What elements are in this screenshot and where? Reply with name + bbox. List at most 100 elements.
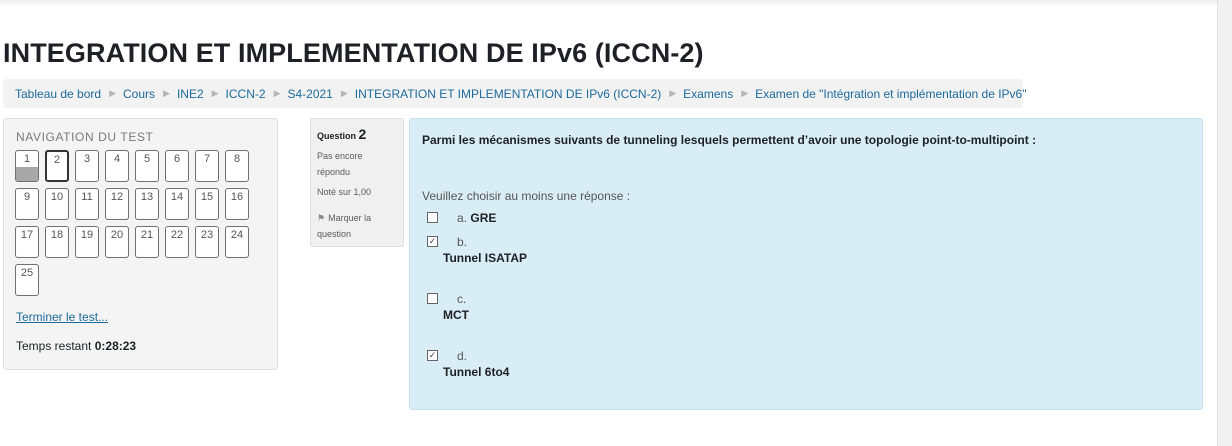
triangle-right-icon: ▶ [163, 88, 170, 98]
triangle-right-icon: ▶ [741, 88, 749, 98]
finish-attempt-link[interactable]: Terminer le test... [16, 310, 108, 324]
question-nav-button[interactable]: 10 [45, 188, 69, 220]
question-nav-button[interactable]: 13 [135, 188, 159, 220]
question-nav-button[interactable]: 8 [225, 150, 249, 182]
question-nav-button[interactable]: 16 [225, 188, 249, 220]
question-nav-button[interactable]: 24 [225, 226, 249, 258]
question-nav-number: 16 [230, 191, 244, 203]
question-nav-button[interactable]: 20 [105, 226, 129, 258]
question-nav-number: 19 [80, 229, 94, 241]
triangle-right-icon: ▶ [109, 88, 116, 98]
question-nav-button[interactable]: 17 [15, 226, 39, 258]
answer-letter: d. [457, 349, 468, 363]
breadcrumb-item-course-title[interactable]: INTEGRATION ET IMPLEMENTATION DE IPv6 (I… [355, 87, 661, 101]
question-info: Question 2 Pas encore répondu Noté sur 1… [310, 118, 404, 247]
question-nav-button[interactable]: 23 [195, 226, 219, 258]
question-nav-number: 9 [23, 191, 31, 203]
check-icon[interactable]: ✓ [427, 236, 438, 247]
breadcrumb-item-s4-2021[interactable]: S4-2021 [287, 87, 332, 101]
question-nav-button[interactable]: 25 [15, 264, 39, 296]
answer-label: GRE [470, 211, 497, 225]
question-nav-number: 18 [50, 229, 64, 241]
question-nav-number: 17 [20, 229, 34, 241]
question-content: Parmi les mécanismes suivants de tunneli… [409, 118, 1203, 410]
question-number: Question 2 [317, 126, 366, 142]
breadcrumb-item-courses[interactable]: Cours [123, 87, 155, 101]
check-icon[interactable]: ✓ [427, 350, 438, 361]
question-nav-number: 25 [20, 267, 34, 279]
scrollbar[interactable] [1217, 0, 1232, 446]
question-nav-button[interactable]: 2 [45, 150, 69, 182]
question-nav-button[interactable]: 9 [15, 188, 39, 220]
question-grade: Noté sur 1,00 [317, 187, 372, 197]
answer-letter: b. [457, 235, 468, 249]
answer-label: MCT [443, 308, 469, 322]
question-nav-number: 1 [23, 153, 31, 165]
question-nav-number: 4 [113, 153, 121, 165]
page-title: INTEGRATION ET IMPLEMENTATION DE IPv6 (I… [3, 38, 704, 68]
question-nav-number: 12 [110, 191, 124, 203]
question-nav-button[interactable]: 6 [165, 150, 189, 182]
time-remaining: Temps restant 0:28:23 [16, 339, 136, 353]
question-nav-button[interactable]: 3 [75, 150, 99, 182]
question-nav-number: 7 [203, 153, 211, 165]
top-shadow [0, 0, 1232, 6]
question-nav-number: 6 [173, 153, 181, 165]
flag-icon: ⚑ [317, 213, 326, 223]
timer-value: 0:28:23 [94, 339, 137, 353]
question-nav-button[interactable]: 4 [105, 150, 129, 182]
question-number-value: 2 [358, 126, 367, 142]
flag-label: Marquer la question [317, 213, 372, 239]
answered-indicator [16, 167, 38, 181]
quiz-navigation-block: NAVIGATION DU TEST 1 2 3 4 5 6 7 8 9 10 11 12 13 14 15… [3, 118, 278, 370]
flag-question-link[interactable]: ⚑ Marquer la question [317, 210, 401, 242]
question-nav-number: 10 [50, 191, 64, 203]
question-nav-number: 8 [233, 153, 241, 165]
checkbox[interactable] [427, 212, 438, 223]
question-nav-button[interactable]: 11 [75, 188, 99, 220]
question-nav-button[interactable]: 12 [105, 188, 129, 220]
question-nav-button[interactable]: 5 [135, 150, 159, 182]
question-nav-number: 20 [110, 229, 124, 241]
question-nav-number: 5 [143, 153, 151, 165]
question-nav-button[interactable]: 22 [165, 226, 189, 258]
question-nav-number: 24 [230, 229, 244, 241]
answer-prompt: Veuillez choisir au moins une réponse : [422, 189, 631, 203]
question-nav-button[interactable]: 14 [165, 188, 189, 220]
question-nav-number: 11 [81, 191, 93, 203]
question-nav-button[interactable]: 19 [75, 226, 99, 258]
question-nav-number: 13 [140, 191, 154, 203]
question-state: Pas encore répondu [317, 151, 363, 177]
question-nav-number: 2 [53, 154, 61, 166]
question-label: Question [317, 131, 357, 141]
breadcrumb-item-iccn2[interactable]: ICCN-2 [226, 87, 266, 101]
checkbox[interactable] [427, 293, 438, 304]
breadcrumb-item-exam[interactable]: Examen de "Intégration et implémentation… [755, 87, 1026, 101]
answer-letter: a. GRE [457, 211, 497, 225]
question-text: Parmi les mécanismes suivants de tunneli… [422, 133, 1037, 147]
question-nav-button[interactable]: 15 [195, 188, 219, 220]
answer-label: Tunnel ISATAP [443, 251, 527, 265]
triangle-right-icon: ▶ [669, 88, 677, 98]
question-nav-button[interactable]: 18 [45, 226, 69, 258]
breadcrumb-item-ine2[interactable]: INE2 [177, 87, 204, 101]
breadcrumb-item-exams[interactable]: Examens [683, 87, 733, 101]
timer-label: Temps restant [16, 339, 92, 353]
question-nav-button[interactable]: 1 [15, 150, 39, 182]
answer-letter: c. [457, 292, 467, 306]
triangle-right-icon: ▶ [273, 88, 281, 98]
question-nav-number: 23 [200, 229, 214, 241]
breadcrumb: Tableau de bord ▶ Cours ▶ INE2 ▶ ICCN-2 … [3, 79, 1026, 108]
answer-label: Tunnel 6to4 [443, 365, 510, 379]
breadcrumb-item-dashboard[interactable]: Tableau de bord [15, 87, 101, 101]
triangle-right-icon: ▶ [211, 88, 219, 98]
triangle-right-icon: ▶ [340, 88, 348, 98]
question-nav-number: 22 [170, 229, 184, 241]
quiz-navigation-title: NAVIGATION DU TEST [16, 130, 154, 144]
question-nav-number: 21 [140, 229, 154, 241]
question-nav-number: 14 [170, 191, 184, 203]
question-nav-button[interactable]: 7 [195, 150, 219, 182]
question-nav-number: 15 [200, 191, 214, 203]
question-nav-number: 3 [83, 153, 91, 165]
question-nav-button[interactable]: 21 [135, 226, 159, 258]
